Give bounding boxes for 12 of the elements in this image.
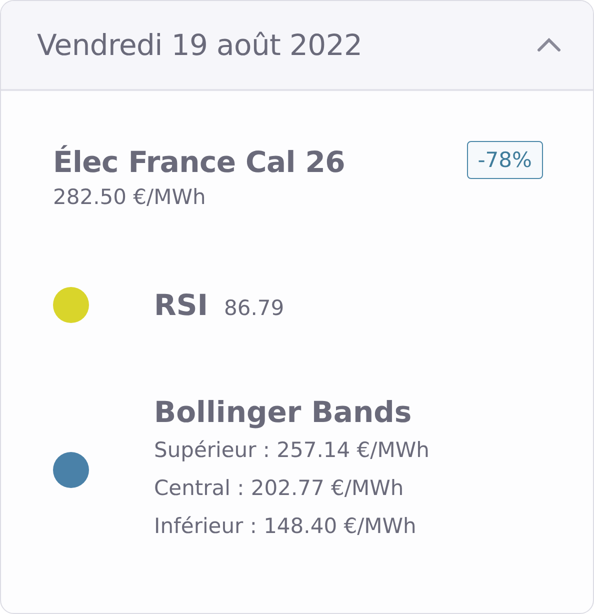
band-value: Central : 202.77 €/MWh: [154, 475, 405, 502]
indicator-name: Bollinger Bands: [154, 395, 413, 429]
chevron-icon: [537, 38, 561, 52]
instrument-price: 282.50 €/MWh: [53, 185, 207, 209]
date-title: Vendredi 19 août 2022: [37, 28, 362, 62]
indicator-name: RSI: [154, 288, 208, 322]
date-header[interactable]: Vendredi 19 août 2022: [1, 1, 593, 91]
band-value: Inférieur : 148.40 €/MWh: [154, 513, 418, 540]
band-value: Supérieur : 257.14 €/MWh: [154, 437, 430, 464]
instrument-name: Élec France Cal 26: [53, 145, 345, 179]
indicator-value: 86.79: [224, 296, 284, 320]
change-badge: -78%: [466, 141, 543, 179]
